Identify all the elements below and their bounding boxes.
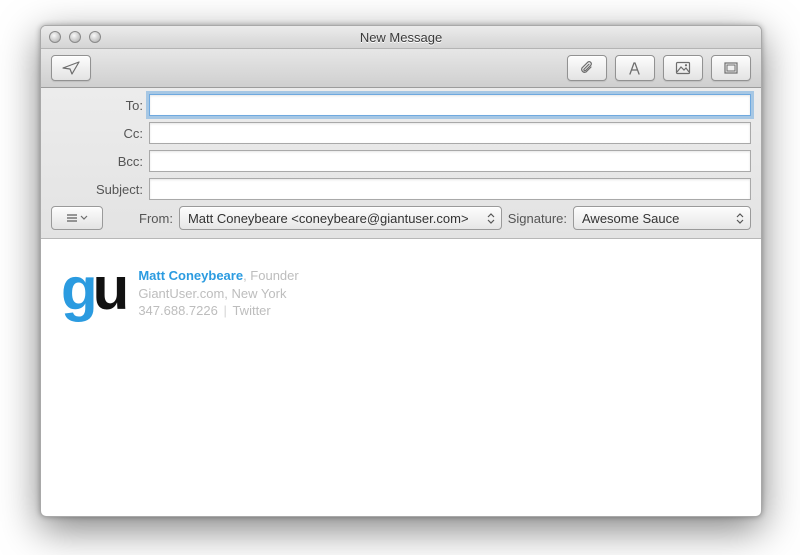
signature-value: Awesome Sauce [582,211,679,226]
logo-letter-u: u [93,263,125,314]
subject-label: Subject: [51,182,149,197]
minimize-window-button[interactable] [69,31,81,43]
zoom-window-button[interactable] [89,31,101,43]
send-button[interactable] [51,55,91,81]
subject-field[interactable] [149,178,751,200]
photo-browser-button[interactable] [663,55,703,81]
bcc-field[interactable] [149,150,751,172]
signature-phone: 347.688.7226 [138,303,218,318]
signature-select[interactable]: Awesome Sauce [573,206,751,230]
to-label: To: [51,98,149,113]
paperclip-icon [579,60,595,76]
chevron-down-icon [487,219,495,224]
from-value: Matt Coneybeare <coneybeare@giantuser.co… [188,211,469,226]
to-field[interactable] [149,94,751,116]
paper-plane-icon [62,61,80,75]
format-button[interactable] [615,55,655,81]
list-icon [66,213,78,223]
attach-button[interactable] [567,55,607,81]
bcc-label: Bcc: [51,154,149,169]
chevron-down-icon [736,219,744,224]
signature-location: New York [232,286,287,301]
signature-block: gu Matt Coneybeare, Founder GiantUser.co… [61,263,741,320]
chevron-up-icon [736,213,744,218]
traffic-lights [41,31,101,43]
signature-company[interactable]: GiantUser.com [138,286,224,301]
signature-role: Founder [250,268,298,283]
window-title: New Message [41,30,761,45]
stationery-icon [723,61,739,75]
signature-text: Matt Coneybeare, Founder GiantUser.com, … [138,263,298,320]
titlebar: New Message [41,26,761,49]
photo-icon [675,61,691,75]
from-select[interactable]: Matt Coneybeare <coneybeare@giantuser.co… [179,206,502,230]
logo-letter-g: g [61,263,93,314]
header-options-button[interactable] [51,206,103,230]
close-window-button[interactable] [49,31,61,43]
signature-logo: gu [61,263,124,314]
signature-name: Matt Coneybeare [138,268,243,283]
message-body[interactable]: gu Matt Coneybeare, Founder GiantUser.co… [41,239,761,344]
toolbar [41,49,761,88]
chevron-up-icon [487,213,495,218]
stationery-button[interactable] [711,55,751,81]
cc-label: Cc: [51,126,149,141]
chevron-down-icon [80,213,88,223]
from-label: From: [139,211,173,226]
header-fields: To: Cc: Bcc: Subject: [41,88,761,239]
font-icon [627,61,643,75]
signature-social[interactable]: Twitter [232,303,270,318]
signature-label: Signature: [508,211,567,226]
compose-window: New Message [40,25,762,517]
cc-field[interactable] [149,122,751,144]
